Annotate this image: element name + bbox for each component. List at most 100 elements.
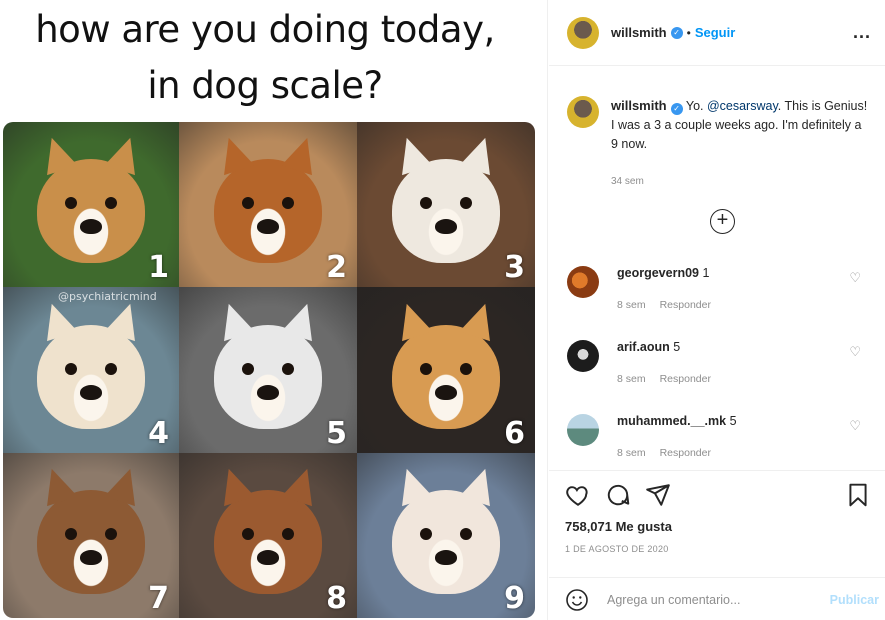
dog-eye-icon xyxy=(460,197,472,210)
dog-ear-icon xyxy=(213,298,255,341)
shiba-in-hoodie-icon xyxy=(36,132,146,264)
dog-eye-icon xyxy=(65,362,77,375)
dog-nose-icon xyxy=(80,219,102,235)
dog-ear-icon xyxy=(281,298,323,341)
chihuahua-smile-icon xyxy=(36,298,146,429)
dog-ear-icon xyxy=(459,463,501,507)
comment-text: 1 xyxy=(702,266,710,280)
dog-scale-number: 9 xyxy=(504,581,525,616)
comment-bubble-icon[interactable] xyxy=(605,482,631,508)
post-image[interactable]: how are you doing today, in dog scale? 1… xyxy=(0,0,548,620)
shiba-smile-icon xyxy=(391,298,501,429)
comment-item: georgevern09 1 8 sem Responder ♡ xyxy=(567,266,885,311)
dog-nose-icon xyxy=(257,384,279,400)
comment-item: muhammed.__.mk 5 8 sem Responder ♡ xyxy=(567,414,885,459)
comment-avatar[interactable] xyxy=(567,266,599,298)
comment-username[interactable]: muhammed.__.mk xyxy=(617,414,726,428)
action-icons xyxy=(565,482,671,508)
dog-grid: 1 2 3 4 5 6 7 8 9 xyxy=(3,122,535,618)
dog-eye-icon xyxy=(105,197,117,210)
dog-scale-number: 2 xyxy=(326,250,347,285)
comment-avatar[interactable] xyxy=(567,340,599,372)
dog-tile: 6 xyxy=(357,287,535,453)
meme-title-line1: how are you doing today, xyxy=(35,8,495,51)
derpy-dog-face-icon xyxy=(213,132,323,264)
dog-ear-icon xyxy=(459,298,501,341)
comment-avatar[interactable] xyxy=(567,414,599,446)
dog-tile: 5 xyxy=(179,287,357,453)
comment-like-heart-icon[interactable]: ♡ xyxy=(849,344,861,360)
dog-tile: 1 xyxy=(3,122,179,287)
dog-ear-icon xyxy=(104,132,146,176)
meme-title: how are you doing today, in dog scale? xyxy=(0,0,530,114)
dog-eye-icon xyxy=(420,362,432,375)
dog-eye-icon xyxy=(282,197,294,210)
separator-dot: • xyxy=(686,25,691,40)
dog-eye-icon xyxy=(65,528,77,541)
dog-eye-icon xyxy=(420,197,432,210)
dog-eye-icon xyxy=(282,528,294,541)
comment-like-heart-icon[interactable]: ♡ xyxy=(849,270,861,286)
dog-eye-icon xyxy=(105,528,117,541)
dog-nose-icon xyxy=(257,219,279,235)
sad-dog-blanket-icon xyxy=(213,463,323,595)
dog-eye-icon xyxy=(460,362,472,375)
dog-nose-icon xyxy=(80,384,102,400)
dog-scale-number: 1 xyxy=(148,250,169,285)
share-paper-plane-icon[interactable] xyxy=(645,482,671,508)
dog-eye-icon xyxy=(460,528,472,541)
caption-body: willsmith ✓ Yo. @cesarsway. This is Geniu… xyxy=(611,96,871,191)
reply-button[interactable]: Responder xyxy=(660,299,711,311)
comment-input[interactable]: Agrega un comentario... xyxy=(607,593,830,607)
post-date[interactable]: 1 DE AGOSTO DE 2020 xyxy=(565,544,669,554)
meme-title-line2: in dog scale? xyxy=(147,64,383,107)
dog-nose-icon xyxy=(257,550,279,566)
publish-button[interactable]: Publicar xyxy=(830,593,879,607)
emoji-icon[interactable] xyxy=(565,588,589,612)
dog-tile: 8 xyxy=(179,453,357,618)
author-username[interactable]: willsmith xyxy=(611,25,667,40)
dog-tile: 7 xyxy=(3,453,179,618)
dog-ear-icon xyxy=(213,463,255,507)
reply-button[interactable]: Responder xyxy=(660,447,711,459)
caption-avatar[interactable] xyxy=(567,96,599,128)
comment-time[interactable]: 8 sem xyxy=(617,299,646,311)
dog-ear-icon xyxy=(391,132,433,176)
load-more-comments-icon[interactable]: + xyxy=(710,209,735,234)
dog-ear-icon xyxy=(104,298,146,341)
dog-nose-icon xyxy=(435,384,457,400)
dog-nose-icon xyxy=(435,219,457,235)
watermark: @psychiatricmind xyxy=(58,290,157,303)
post-actions: 758,071 Me gusta 1 DE AGOSTO DE 2020 Agr… xyxy=(549,470,885,620)
dog-tile: 4 xyxy=(3,287,179,453)
dog-eye-icon xyxy=(242,197,254,210)
dog-scale-number: 5 xyxy=(326,416,347,451)
author-avatar[interactable] xyxy=(567,16,599,49)
add-comment-row: Agrega un comentario... Publicar xyxy=(549,577,885,620)
caption-time[interactable]: 34 sem xyxy=(611,172,871,191)
comment-text: 5 xyxy=(729,414,737,428)
like-heart-icon[interactable] xyxy=(565,482,591,508)
comment-time[interactable]: 8 sem xyxy=(617,447,646,459)
comment-username[interactable]: arif.aoun xyxy=(617,340,670,354)
dog-ear-icon xyxy=(459,132,501,176)
dog-ear-icon xyxy=(281,132,323,176)
verified-badge-icon: ✓ xyxy=(670,26,683,39)
husky-squint-icon xyxy=(213,298,323,429)
follow-button[interactable]: Seguir xyxy=(695,25,735,40)
more-options-icon[interactable]: ... xyxy=(853,22,871,43)
dog-ear-icon xyxy=(36,463,78,507)
caption-mention-link[interactable]: @cesarsway xyxy=(707,99,778,113)
dog-tile: 2 xyxy=(179,122,357,287)
comment-username[interactable]: georgevern09 xyxy=(617,266,699,280)
post-panel: willsmith ✓ • Seguir ... willsmith ✓ Yo. … xyxy=(549,0,885,620)
dog-scale-number: 6 xyxy=(504,416,525,451)
likes-count[interactable]: 758,071 Me gusta xyxy=(565,519,672,534)
dog-nose-icon xyxy=(80,550,102,566)
comment-like-heart-icon[interactable]: ♡ xyxy=(849,418,861,434)
comment-time[interactable]: 8 sem xyxy=(617,373,646,385)
reply-button[interactable]: Responder xyxy=(660,373,711,385)
dog-eye-icon xyxy=(65,197,77,210)
bookmark-icon[interactable] xyxy=(845,482,871,508)
caption-username[interactable]: willsmith xyxy=(611,98,667,113)
